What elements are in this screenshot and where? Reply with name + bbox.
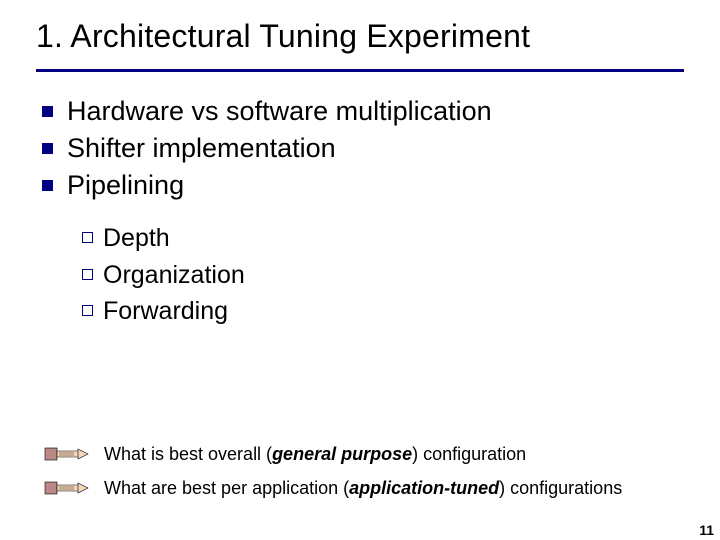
note-text: What is best overall (general purpose) c… — [104, 444, 526, 465]
bullet-text: Shifter implementation — [67, 131, 336, 166]
hollow-square-bullet-icon — [82, 305, 93, 316]
hollow-square-bullet-icon — [82, 269, 93, 280]
bullet-text: Organization — [103, 258, 245, 293]
pointing-hand-icon — [44, 476, 92, 500]
hollow-square-bullet-icon — [82, 232, 93, 243]
square-bullet-icon — [42, 106, 53, 117]
title-divider — [36, 69, 684, 72]
note-text-post: ) configurations — [499, 478, 622, 498]
note-text-pre: What is best overall ( — [104, 444, 272, 464]
list-item: Organization — [82, 258, 684, 293]
note-text-post: ) configuration — [412, 444, 526, 464]
bullet-text: Depth — [103, 221, 170, 256]
bullet-text: Pipelining — [67, 168, 184, 203]
note-line: What are best per application (applicati… — [44, 476, 700, 500]
note-emphasis: general purpose — [272, 444, 412, 464]
list-item: Hardware vs software multiplication — [42, 94, 684, 129]
note-text-pre: What are best per application ( — [104, 478, 349, 498]
note-emphasis: application-tuned — [349, 478, 499, 498]
slide: 1. Architectural Tuning Experiment Hardw… — [0, 0, 720, 540]
bullet-text: Hardware vs software multiplication — [67, 94, 492, 129]
pointing-hand-icon — [44, 442, 92, 466]
page-number: 11 — [699, 522, 714, 538]
sub-bullet-list: Depth Organization Forwarding — [36, 221, 684, 329]
note-text: What are best per application (applicati… — [104, 478, 622, 499]
square-bullet-icon — [42, 180, 53, 191]
list-item: Depth — [82, 221, 684, 256]
footer-notes: What is best overall (general purpose) c… — [44, 442, 700, 510]
bullet-text: Forwarding — [103, 294, 228, 329]
slide-title: 1. Architectural Tuning Experiment — [36, 18, 684, 55]
list-item: Forwarding — [82, 294, 684, 329]
square-bullet-icon — [42, 143, 53, 154]
note-line: What is best overall (general purpose) c… — [44, 442, 700, 466]
list-item: Pipelining — [42, 168, 684, 203]
main-bullet-list: Hardware vs software multiplication Shif… — [36, 94, 684, 203]
list-item: Shifter implementation — [42, 131, 684, 166]
